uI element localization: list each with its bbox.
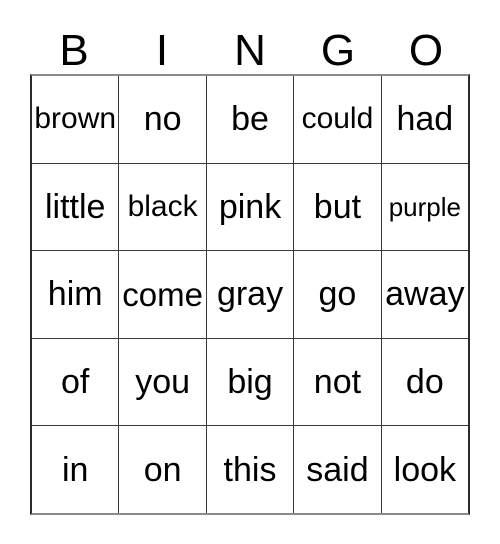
- bingo-card: B I N G O brown no be could had little b…: [0, 0, 500, 544]
- bingo-cell-label: no: [143, 100, 182, 139]
- bingo-cell[interactable]: could: [294, 76, 382, 163]
- bingo-cell-label: pink: [218, 187, 282, 226]
- bingo-grid: brown no be could had little black pink …: [30, 74, 470, 515]
- table-row: brown no be could had: [32, 76, 469, 164]
- bingo-cell-label: brown: [34, 102, 117, 136]
- bingo-cell-label: in: [61, 450, 89, 489]
- table-row: in on this said look: [32, 426, 469, 513]
- bingo-cell[interactable]: be: [206, 76, 295, 163]
- bingo-cell-label: said: [306, 450, 369, 489]
- table-row: of you big not do: [32, 338, 469, 427]
- bingo-cell[interactable]: no: [119, 76, 207, 163]
- bingo-cell[interactable]: come: [119, 251, 207, 338]
- bingo-cell[interactable]: had: [381, 76, 469, 163]
- bingo-cell-label: do: [405, 363, 444, 402]
- bingo-cell-label: little: [44, 187, 106, 226]
- header-letter-n: N: [234, 26, 266, 75]
- bingo-cell[interactable]: this: [206, 426, 295, 513]
- header-letter-g: G: [320, 26, 356, 75]
- header-letter-i: I: [155, 26, 169, 75]
- bingo-cell-label: on: [143, 450, 182, 489]
- table-row: little black pink but purple: [32, 163, 469, 252]
- bingo-cell-label: him: [47, 275, 103, 314]
- bingo-cell[interactable]: big: [206, 338, 295, 426]
- bingo-cell[interactable]: do: [381, 338, 469, 426]
- bingo-cell[interactable]: but: [294, 163, 382, 251]
- header-letter-o: O: [408, 26, 444, 75]
- bingo-cell[interactable]: look: [381, 426, 469, 513]
- bingo-cell-label: gray: [216, 275, 284, 314]
- bingo-cell-label: be: [231, 100, 269, 139]
- bingo-cell[interactable]: of: [32, 338, 120, 426]
- bingo-cell[interactable]: black: [119, 163, 207, 251]
- table-row: him come gray go away: [32, 251, 469, 339]
- bingo-header-row: B I N G O: [30, 24, 470, 74]
- bingo-cell-label: away: [385, 275, 465, 314]
- bingo-cell-label: but: [313, 187, 362, 226]
- bingo-cell[interactable]: you: [119, 338, 207, 426]
- bingo-cell[interactable]: away: [381, 251, 469, 338]
- bingo-cell[interactable]: purple: [381, 163, 469, 251]
- bingo-cell[interactable]: said: [294, 426, 382, 513]
- bingo-cell[interactable]: him: [32, 251, 120, 338]
- bingo-cell-label: big: [227, 363, 273, 402]
- bingo-cell-label: of: [61, 363, 90, 402]
- bingo-cell-label: could: [301, 102, 374, 136]
- bingo-cell[interactable]: go: [294, 251, 382, 338]
- bingo-cell[interactable]: gray: [206, 251, 295, 338]
- bingo-cell-label: come: [122, 275, 203, 313]
- bingo-cell-label: go: [318, 275, 357, 314]
- bingo-cell[interactable]: not: [294, 338, 382, 426]
- bingo-cell-label: look: [393, 450, 457, 489]
- bingo-cell-label: not: [313, 363, 362, 402]
- bingo-cell-label: black: [127, 189, 198, 223]
- bingo-cell[interactable]: pink: [206, 163, 295, 251]
- bingo-cell[interactable]: on: [119, 426, 207, 513]
- bingo-cell-label: purple: [388, 191, 461, 222]
- bingo-cell-label: this: [223, 450, 277, 489]
- bingo-cell[interactable]: brown: [32, 76, 120, 163]
- bingo-cell-label: you: [135, 363, 191, 402]
- bingo-cell-label: had: [396, 100, 454, 139]
- bingo-cell[interactable]: little: [32, 163, 120, 251]
- header-letter-b: B: [59, 26, 89, 75]
- bingo-cell[interactable]: in: [32, 426, 120, 513]
